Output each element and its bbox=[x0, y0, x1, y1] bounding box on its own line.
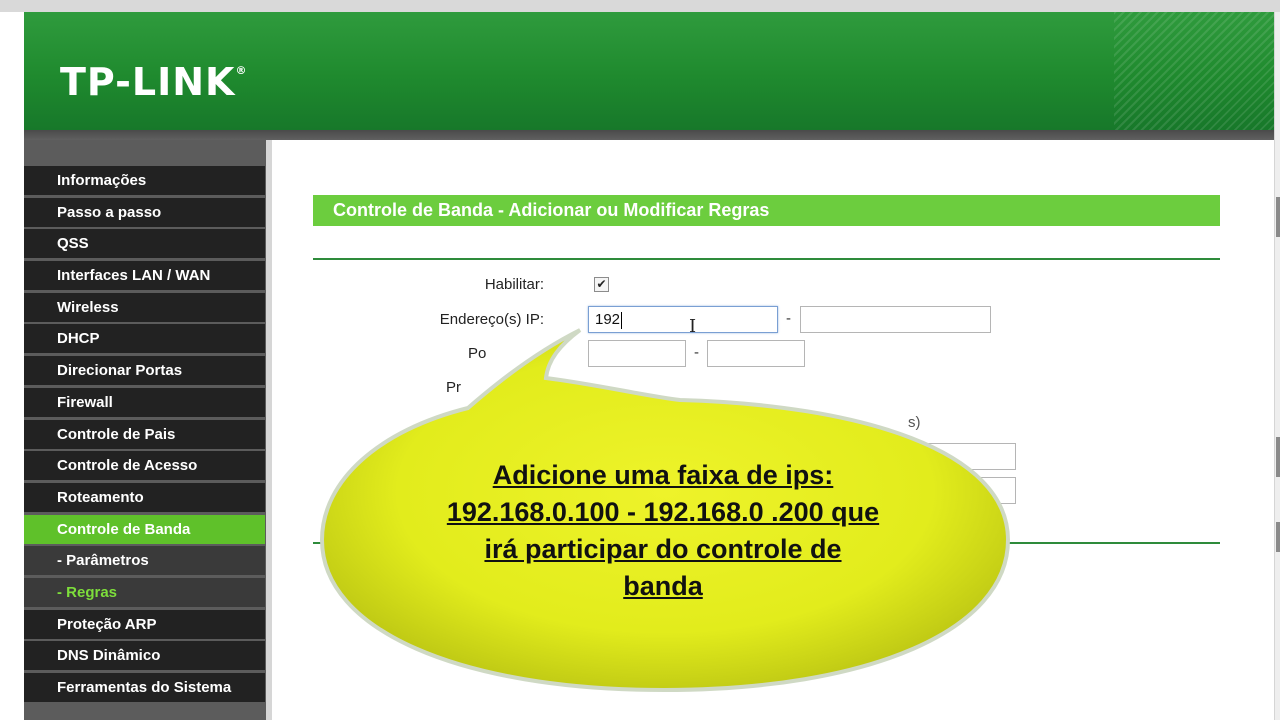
enable-label: Habilitar: bbox=[484, 276, 544, 293]
sidebar-item-wireless[interactable]: Wireless bbox=[24, 292, 265, 322]
port-start-input[interactable] bbox=[588, 340, 686, 367]
sidebar-item-roteamento[interactable]: Roteamento bbox=[24, 482, 265, 512]
protocol-label: Pr bbox=[446, 379, 461, 396]
sidebar-item-firewall[interactable]: Firewall bbox=[24, 387, 265, 417]
ip-end-input[interactable] bbox=[800, 306, 991, 333]
sidebar-item-qss[interactable]: QSS bbox=[24, 229, 265, 259]
header-banner: TP-LINK® bbox=[24, 12, 1274, 130]
text-caret bbox=[621, 311, 623, 329]
header-shine bbox=[1114, 12, 1274, 130]
enable-checkbox[interactable]: ✔ bbox=[594, 277, 609, 292]
scroll-mark bbox=[1276, 197, 1280, 237]
scroll-mark bbox=[1276, 437, 1280, 477]
callout-line: irá participar do controle de bbox=[484, 534, 842, 564]
ip-address-label: Endereço(s) IP: bbox=[439, 311, 544, 328]
sidebar-item-direcionar-portas[interactable]: Direcionar Portas bbox=[24, 356, 265, 386]
callout-line: 192.168.0.100 - 192.168.0 .200 que bbox=[446, 497, 880, 527]
registered-mark: ® bbox=[235, 64, 248, 77]
callout-text: Adicione uma faixa de ips: 192.168.0.100… bbox=[380, 457, 946, 605]
bandwidth-hint: s) bbox=[908, 414, 921, 431]
i-beam-cursor-icon: I bbox=[689, 316, 697, 337]
top-divider bbox=[313, 258, 1220, 260]
sidebar-item-interfaces-lan-wan[interactable]: Interfaces LAN / WAN bbox=[24, 261, 265, 291]
sidebar-item-passo-a-passo[interactable]: Passo a passo bbox=[24, 197, 265, 227]
sidebar-subitem-parametros[interactable]: - Parâmetros bbox=[24, 546, 265, 576]
port-end-input[interactable] bbox=[707, 340, 805, 367]
sidebar-item-ferramentas-do-sistema[interactable]: Ferramentas do Sistema bbox=[24, 673, 265, 702]
ip-start-input[interactable]: 192 bbox=[588, 306, 778, 333]
sidebar-item-protecao-arp[interactable]: Proteção ARP bbox=[24, 609, 265, 639]
sidebar-item-controle-de-pais[interactable]: Controle de Pais bbox=[24, 419, 265, 449]
left-gutter bbox=[0, 12, 24, 720]
scroll-mark bbox=[1276, 522, 1280, 552]
sidebar-menu: Informações Passo a passo QSS Interfaces… bbox=[24, 166, 265, 705]
callout-line: Adicione uma faixa de ips: bbox=[492, 460, 834, 490]
page-title: Controle de Banda - Adicionar ou Modific… bbox=[313, 195, 1220, 226]
ip-start-value: 192 bbox=[595, 311, 621, 328]
port-range-dash: - bbox=[694, 344, 699, 361]
port-label: Po bbox=[468, 345, 487, 362]
sidebar-item-controle-de-acesso[interactable]: Controle de Acesso bbox=[24, 451, 265, 481]
logo-text: TP-LINK bbox=[60, 60, 236, 104]
sidebar-subitem-regras[interactable]: - Regras bbox=[24, 577, 265, 607]
sidebar-item-dns-dinamico[interactable]: DNS Dinâmico bbox=[24, 641, 265, 671]
ip-range-dash: - bbox=[786, 310, 791, 327]
scrollbar-edge[interactable] bbox=[1274, 12, 1280, 720]
main-content: Controle de Banda - Adicionar ou Modific… bbox=[272, 140, 1274, 720]
sidebar-item-dhcp[interactable]: DHCP bbox=[24, 324, 265, 354]
sidebar-item-controle-de-banda[interactable]: Controle de Banda bbox=[24, 514, 265, 544]
callout-line: banda bbox=[623, 571, 703, 601]
tp-link-logo: TP-LINK® bbox=[60, 60, 247, 104]
sidebar: Informações Passo a passo QSS Interfaces… bbox=[24, 140, 272, 720]
sidebar-item-informacoes[interactable]: Informações bbox=[24, 166, 265, 195]
header-divider bbox=[24, 130, 1274, 140]
